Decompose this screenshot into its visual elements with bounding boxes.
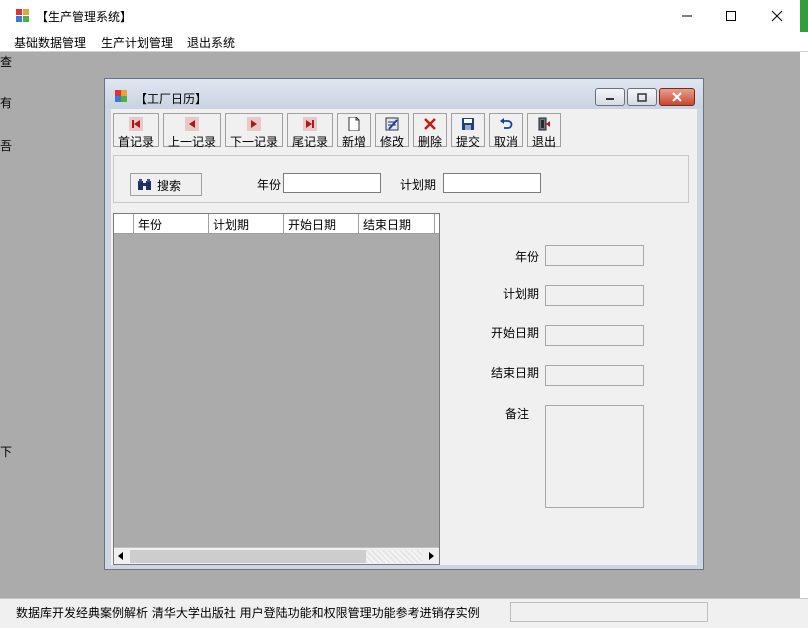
grid-horizontal-scrollbar[interactable]	[114, 547, 439, 564]
child-app-icon	[115, 90, 128, 103]
save-icon	[462, 118, 474, 130]
close-icon	[771, 10, 783, 22]
detail-note-field[interactable]	[545, 405, 644, 508]
exit-icon	[538, 117, 550, 131]
restore-icon	[637, 92, 647, 102]
scroll-right-icon[interactable]	[427, 552, 435, 561]
minimize-icon	[682, 15, 692, 17]
mdi-right-border	[800, 52, 808, 598]
next-record-button[interactable]: 下一记录	[225, 113, 283, 149]
search-period-label: 计划期	[400, 178, 437, 192]
child-title: 【工厂日历】	[135, 92, 208, 106]
detail-end-date-label: 结束日期	[490, 366, 539, 380]
edit-label: 修改	[379, 135, 404, 149]
minimize-icon	[606, 98, 614, 100]
exit-button[interactable]: 退出	[527, 113, 561, 149]
column-header-end-date[interactable]: 结束日期	[359, 214, 435, 234]
close-icon	[672, 92, 682, 102]
submit-button[interactable]: 提交	[451, 113, 485, 149]
search-year-label: 年份	[257, 178, 282, 192]
first-record-button[interactable]: 首记录	[113, 113, 159, 149]
scrollbar-thumb[interactable]	[130, 550, 366, 563]
search-panel: 搜索 年份 计划期	[113, 155, 689, 203]
column-header-period[interactable]: 计划期	[209, 214, 284, 234]
cancel-button[interactable]: 取消	[489, 113, 523, 149]
child-client-area: 首记录 上一记录 下一记录 尾记录 新增 修改 删除 提交 取消 退出 搜索 年…	[111, 109, 697, 565]
first-record-icon	[129, 117, 143, 131]
background-text-fragment: 吾	[0, 139, 13, 153]
grid-header: 年份 计划期 开始日期 结束日期	[114, 214, 439, 234]
new-label: 新增	[341, 135, 366, 149]
child-titlebar: 【工厂日历】	[105, 79, 703, 109]
menu-production-plan[interactable]: 生产计划管理	[101, 34, 173, 51]
status-bar: 数据库开发经典案例解析 清华大学出版社 用户登陆功能和权限管理功能参考进销存实例	[0, 598, 808, 628]
new-button[interactable]: 新增	[337, 113, 371, 149]
row-header-corner	[114, 214, 134, 234]
background-text-fragment: 查	[0, 55, 13, 69]
column-header-year[interactable]: 年份	[134, 214, 209, 234]
main-titlebar: 【生产管理系统】	[0, 0, 808, 32]
exit-label: 退出	[531, 135, 556, 149]
next-record-label: 下一记录	[229, 135, 278, 149]
column-header-start-date[interactable]: 开始日期	[284, 214, 359, 234]
delete-icon	[424, 118, 436, 130]
undo-icon	[500, 118, 513, 129]
last-record-icon	[303, 117, 317, 131]
record-toolbar: 首记录 上一记录 下一记录 尾记录 新增 修改 删除 提交 取消 退出	[111, 109, 697, 149]
scroll-left-icon[interactable]	[117, 552, 125, 561]
detail-start-date-field[interactable]	[545, 325, 644, 346]
background-text-fragment: 下	[0, 445, 13, 459]
app-icon	[16, 9, 30, 23]
last-record-label: 尾记录	[291, 135, 328, 149]
search-button[interactable]: 搜索	[130, 173, 202, 196]
next-record-icon	[247, 117, 261, 131]
close-button[interactable]	[754, 0, 800, 32]
factory-calendar-window: 【工厂日历】 首记录 上一记录 下一记录 尾记录 新增 修改 删除 提交 取消 …	[104, 78, 704, 570]
maximize-button[interactable]	[708, 0, 754, 32]
status-panel	[510, 602, 708, 622]
binoculars-icon	[138, 179, 151, 190]
search-button-label: 搜索	[157, 179, 182, 193]
detail-end-date-field[interactable]	[545, 365, 644, 386]
child-restore-button[interactable]	[627, 88, 657, 106]
delete-button[interactable]: 删除	[413, 113, 447, 149]
minimize-button[interactable]	[664, 0, 710, 32]
previous-record-icon	[185, 117, 199, 131]
child-minimize-button[interactable]	[595, 88, 625, 106]
status-text: 数据库开发经典案例解析 清华大学出版社 用户登陆功能和权限管理功能参考进销存实例	[16, 606, 480, 620]
calendar-grid[interactable]: 年份 计划期 开始日期 结束日期	[113, 213, 440, 565]
scrollbar-track[interactable]	[366, 550, 422, 563]
detail-start-date-label: 开始日期	[490, 326, 539, 340]
detail-year-field[interactable]	[545, 245, 644, 266]
cancel-label: 取消	[493, 135, 518, 149]
delete-label: 删除	[417, 135, 442, 149]
last-record-button[interactable]: 尾记录	[287, 113, 333, 149]
app-title: 【生产管理系统】	[36, 10, 133, 24]
menubar: 基础数据管理 生产计划管理 退出系统	[0, 32, 808, 52]
submit-label: 提交	[455, 135, 480, 149]
detail-note-label: 备注	[504, 407, 529, 421]
search-period-input[interactable]	[443, 173, 541, 193]
search-year-input[interactable]	[283, 173, 381, 193]
edit-icon	[385, 117, 399, 131]
detail-year-label: 年份	[514, 250, 539, 264]
menu-basic-data[interactable]: 基础数据管理	[14, 34, 86, 51]
maximize-icon	[726, 11, 736, 21]
previous-record-button[interactable]: 上一记录	[163, 113, 221, 149]
menu-exit-system[interactable]: 退出系统	[187, 34, 235, 51]
background-text-fragment: 有	[0, 96, 13, 110]
detail-period-label: 计划期	[502, 287, 539, 301]
first-record-label: 首记录	[117, 135, 154, 149]
detail-period-field[interactable]	[545, 285, 644, 306]
new-document-icon	[348, 117, 360, 131]
child-close-button[interactable]	[659, 88, 695, 106]
previous-record-label: 上一记录	[167, 135, 216, 149]
edit-button[interactable]: 修改	[375, 113, 409, 149]
